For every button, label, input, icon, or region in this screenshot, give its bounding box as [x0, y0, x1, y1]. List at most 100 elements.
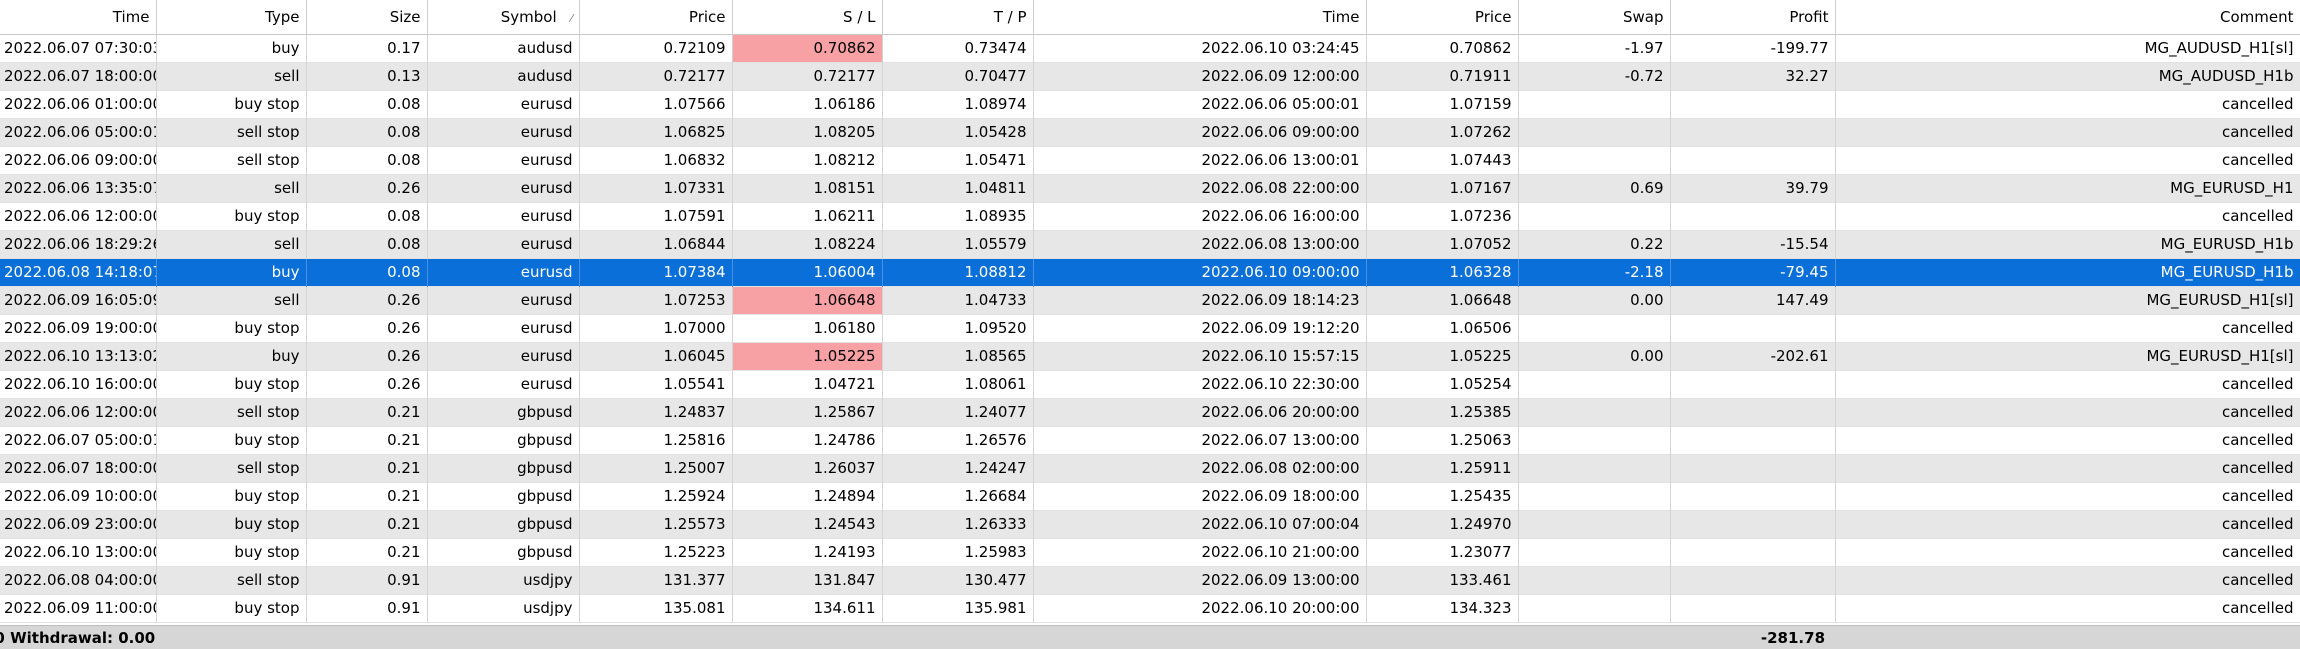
cell-close-price: 1.07159: [1366, 90, 1519, 118]
table-row[interactable]: 2022.06.06 05:00:01 sell stop 0.08 eurusd 1.…: [0, 118, 2300, 146]
col-header-symbol[interactable]: Symbol ⁄: [427, 0, 580, 35]
trade-history-panel: Time Type Size Symbol ⁄ Price S / L T / P…: [0, 0, 2300, 649]
cell-symbol: eurusd: [427, 370, 580, 398]
cell-close-price: 1.07262: [1366, 118, 1519, 146]
table-row[interactable]: 2022.06.07 18:00:00 sell stop 0.21 gbpusd 1.…: [0, 454, 2300, 482]
table-row[interactable]: 2022.06.10 16:00:00 buy stop 0.26 eurusd 1.0…: [0, 370, 2300, 398]
cell-swap: [1518, 90, 1671, 118]
table-row[interactable]: 2022.06.06 12:00:00 sell stop 0.21 gbpusd 1.…: [0, 398, 2300, 426]
cell-size: 0.26: [306, 342, 428, 370]
col-header-close-time[interactable]: Time: [1033, 0, 1367, 35]
cell-size: 0.08: [306, 118, 428, 146]
cell-close-price: 1.05254: [1366, 370, 1519, 398]
col-header-comment[interactable]: Comment: [1835, 0, 2300, 35]
table-row[interactable]: 2022.06.06 13:35:07 sell 0.26 eurusd 1.07331…: [0, 174, 2300, 202]
cell-profit: [1670, 482, 1836, 510]
cell-close-time: 2022.06.09 18:14:23: [1033, 286, 1367, 314]
cell-open-time: 2022.06.10 13:13:02: [0, 342, 157, 370]
cell-open-price: 1.25223: [579, 538, 733, 566]
cell-comment: cancelled: [1835, 454, 2300, 482]
cell-stop-loss: 1.08224: [732, 230, 883, 258]
cell-stop-loss: 1.08151: [732, 174, 883, 202]
cell-comment: MG_EURUSD_H1[sl]: [1835, 342, 2300, 370]
cell-open-price: 131.377: [579, 566, 733, 594]
cell-open-time: 2022.06.09 19:00:00: [0, 314, 157, 342]
cell-stop-loss: 131.847: [732, 566, 883, 594]
balance-summary: 00 Withdrawal: 0.00: [0, 629, 156, 647]
cell-open-time: 2022.06.08 04:00:00: [0, 566, 157, 594]
cell-open-time: 2022.06.06 12:00:00: [0, 202, 157, 230]
col-header-swap[interactable]: Swap: [1518, 0, 1671, 35]
cell-open-price: 1.24837: [579, 398, 733, 426]
table-row[interactable]: 2022.06.06 12:00:00 buy stop 0.08 eurusd 1.0…: [0, 202, 2300, 230]
table-row[interactable]: 2022.06.09 16:05:09 sell 0.26 eurusd 1.07253…: [0, 286, 2300, 314]
cell-open-time: 2022.06.10 16:00:00: [0, 370, 157, 398]
cell-swap: -2.18: [1518, 258, 1671, 286]
cell-close-price: 134.323: [1366, 594, 1519, 622]
cell-type: sell: [156, 62, 307, 90]
cell-swap: [1518, 398, 1671, 426]
table-row[interactable]: 2022.06.06 18:29:26 sell 0.08 eurusd 1.06844…: [0, 230, 2300, 258]
cell-open-price: 1.06844: [579, 230, 733, 258]
cell-close-price: 1.07443: [1366, 146, 1519, 174]
table-row[interactable]: 2022.06.07 05:00:01 buy stop 0.21 gbpusd 1.2…: [0, 426, 2300, 454]
col-header-profit[interactable]: Profit: [1670, 0, 1836, 35]
table-row[interactable]: 2022.06.07 07:30:03 buy 0.17 audusd 0.72109 0…: [0, 34, 2300, 62]
table-row[interactable]: 2022.06.10 13:00:00 buy stop 0.21 gbpusd 1.2…: [0, 538, 2300, 566]
cell-close-price: 1.07052: [1366, 230, 1519, 258]
cell-size: 0.08: [306, 230, 428, 258]
table-row[interactable]: 2022.06.06 01:00:00 buy stop 0.08 eurusd 1.0…: [0, 90, 2300, 118]
cell-symbol: eurusd: [427, 258, 580, 286]
cell-symbol: eurusd: [427, 230, 580, 258]
cell-open-time: 2022.06.06 09:00:00: [0, 146, 157, 174]
col-header-close-price[interactable]: Price: [1366, 0, 1519, 35]
cell-open-time: 2022.06.07 07:30:03: [0, 34, 157, 62]
cell-symbol: audusd: [427, 62, 580, 90]
cell-close-time: 2022.06.09 18:00:00: [1033, 482, 1367, 510]
col-header-type[interactable]: Type: [156, 0, 307, 35]
table-row[interactable]: 2022.06.06 09:00:00 sell stop 0.08 eurusd 1.…: [0, 146, 2300, 174]
cell-close-price: 1.05225: [1366, 342, 1519, 370]
col-header-price[interactable]: Price: [579, 0, 733, 35]
table-row[interactable]: 2022.06.08 04:00:00 sell stop 0.91 usdjpy 13…: [0, 566, 2300, 594]
table-row[interactable]: 2022.06.09 19:00:00 buy stop 0.26 eurusd 1.0…: [0, 314, 2300, 342]
cell-symbol: gbpusd: [427, 538, 580, 566]
cell-take-profit: 135.981: [882, 594, 1034, 622]
cell-profit: -202.61: [1670, 342, 1836, 370]
cell-comment: MG_AUDUSD_H1[sl]: [1835, 34, 2300, 62]
cell-open-price: 1.06825: [579, 118, 733, 146]
cell-close-time: 2022.06.08 22:00:00: [1033, 174, 1367, 202]
cell-profit: 147.49: [1670, 286, 1836, 314]
table-row[interactable]: 2022.06.07 18:00:00 sell 0.13 audusd 0.72177…: [0, 62, 2300, 90]
cell-close-price: 1.06328: [1366, 258, 1519, 286]
cell-open-price: 1.07253: [579, 286, 733, 314]
cell-type: buy stop: [156, 90, 307, 118]
cell-open-time: 2022.06.10 13:00:00: [0, 538, 157, 566]
cell-type: buy stop: [156, 314, 307, 342]
cell-take-profit: 1.25983: [882, 538, 1034, 566]
col-header-sl[interactable]: S / L: [732, 0, 883, 35]
cell-type: buy stop: [156, 482, 307, 510]
cell-comment: cancelled: [1835, 202, 2300, 230]
cell-size: 0.26: [306, 286, 428, 314]
cell-swap: [1518, 370, 1671, 398]
col-header-time[interactable]: Time: [0, 0, 157, 35]
cell-stop-loss: 1.04721: [732, 370, 883, 398]
cell-swap: -1.97: [1518, 34, 1671, 62]
table-row[interactable]: 2022.06.08 14:18:07 buy 0.08 eurusd 1.07384 1…: [0, 258, 2300, 286]
cell-stop-loss: 134.611: [732, 594, 883, 622]
cell-take-profit: 130.477: [882, 566, 1034, 594]
cell-swap: 0.69: [1518, 174, 1671, 202]
cell-symbol: eurusd: [427, 146, 580, 174]
col-header-tp[interactable]: T / P: [882, 0, 1034, 35]
cell-stop-loss: 1.25867: [732, 398, 883, 426]
cell-stop-loss: 1.06180: [732, 314, 883, 342]
table-row[interactable]: 2022.06.09 11:00:00 buy stop 0.91 usdjpy 135…: [0, 594, 2300, 622]
cell-symbol: eurusd: [427, 286, 580, 314]
cell-comment: cancelled: [1835, 566, 2300, 594]
col-header-size[interactable]: Size: [306, 0, 428, 35]
table-row[interactable]: 2022.06.10 13:13:02 buy 0.26 eurusd 1.06045 1…: [0, 342, 2300, 370]
table-row[interactable]: 2022.06.09 23:00:00 buy stop 0.21 gbpusd 1.2…: [0, 510, 2300, 538]
table-row[interactable]: 2022.06.09 10:00:00 buy stop 0.21 gbpusd 1.2…: [0, 482, 2300, 510]
cell-size: 0.13: [306, 62, 428, 90]
